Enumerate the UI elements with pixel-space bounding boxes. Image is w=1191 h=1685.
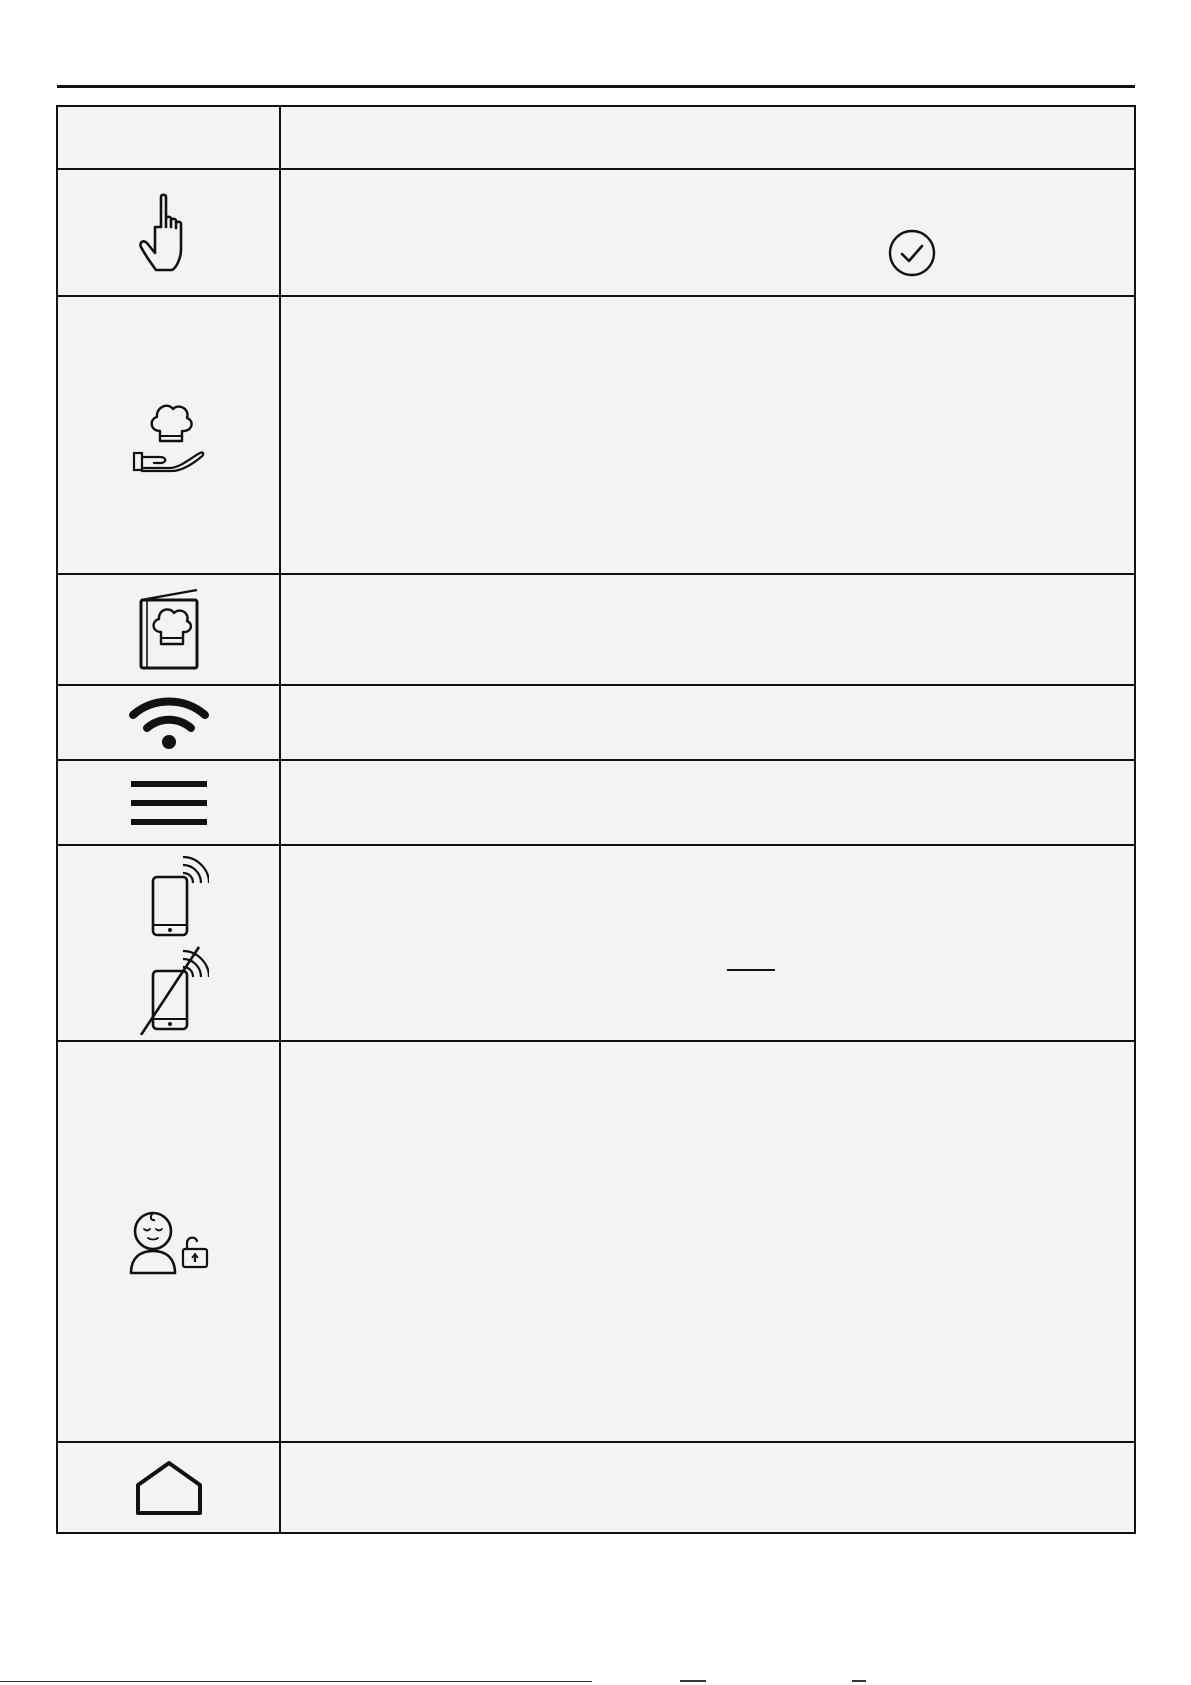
description-cell xyxy=(281,575,1134,684)
table-row xyxy=(58,1443,1134,1532)
bottom-mark xyxy=(680,1680,706,1682)
menu-icon xyxy=(130,780,207,825)
header-symbol-cell xyxy=(58,107,281,168)
check-circle-icon xyxy=(888,229,936,277)
recipe-book-icon xyxy=(139,588,198,669)
icon-cell xyxy=(58,761,281,844)
bottom-rule xyxy=(0,1681,592,1682)
description-cell xyxy=(281,846,1134,1040)
icon-cell xyxy=(58,1443,281,1532)
description-cell xyxy=(281,1042,1134,1441)
table-row xyxy=(58,297,1134,575)
description-cell xyxy=(281,761,1134,844)
table-header-row xyxy=(58,107,1134,170)
table-row xyxy=(58,686,1134,761)
remote-control-on-off-icon xyxy=(139,855,209,1035)
table-row xyxy=(58,846,1134,1042)
description-cell xyxy=(281,686,1134,759)
chef-hat-in-hand-icon xyxy=(132,404,204,473)
table-row xyxy=(58,170,1134,297)
top-rule xyxy=(57,85,1135,88)
description-cell xyxy=(281,297,1134,573)
icon-cell xyxy=(58,846,281,1040)
symbol-table xyxy=(56,105,1136,1534)
description-cell xyxy=(281,1443,1134,1532)
icon-cell xyxy=(58,297,281,573)
icon-cell xyxy=(58,686,281,759)
icon-cell xyxy=(58,575,281,684)
child-lock-icon xyxy=(129,1211,208,1274)
home-icon xyxy=(135,1460,202,1515)
icon-cell xyxy=(58,1042,281,1441)
table-row xyxy=(58,1042,1134,1443)
bottom-mark xyxy=(852,1680,866,1682)
icon-cell xyxy=(58,170,281,295)
table-row xyxy=(58,575,1134,686)
pointing-hand-icon xyxy=(138,192,182,271)
description-cell xyxy=(281,170,1134,295)
table-row xyxy=(58,761,1134,846)
underline-mark xyxy=(727,969,775,971)
header-description-cell xyxy=(281,107,1134,168)
wifi-icon xyxy=(128,697,209,749)
